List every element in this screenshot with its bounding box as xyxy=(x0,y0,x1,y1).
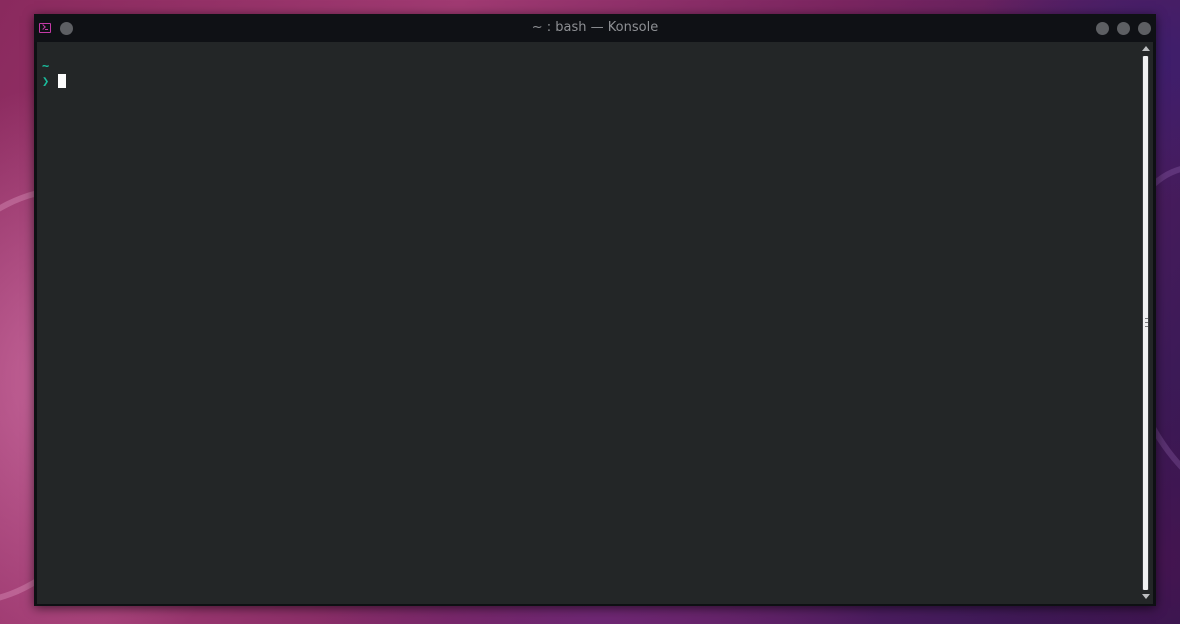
desktop-background: ~ : bash — Konsole ~ ❯ xyxy=(0,0,1180,624)
scroll-thumb[interactable] xyxy=(1143,56,1148,590)
window-title: ~ : bash — Konsole xyxy=(531,20,659,35)
scroll-track[interactable] xyxy=(1142,56,1149,590)
scroll-down-icon[interactable] xyxy=(1142,594,1150,599)
current-directory: ~ xyxy=(42,59,50,73)
prompt-symbol: ❯ xyxy=(42,74,50,88)
konsole-window: ~ : bash — Konsole ~ ❯ xyxy=(34,14,1156,606)
close-icon[interactable] xyxy=(1138,22,1151,35)
grip-line xyxy=(1145,326,1148,327)
minimize-icon[interactable] xyxy=(1096,22,1109,35)
title-bar[interactable]: ~ : bash — Konsole xyxy=(34,14,1156,42)
text-cursor xyxy=(58,74,66,88)
grip-line xyxy=(1145,318,1148,319)
vertical-scrollbar[interactable] xyxy=(1139,42,1153,604)
maximize-icon[interactable] xyxy=(1117,22,1130,35)
terminal-area[interactable]: ~ ❯ xyxy=(37,42,1139,604)
grip-line xyxy=(1145,322,1148,323)
scroll-up-icon[interactable] xyxy=(1142,46,1150,51)
